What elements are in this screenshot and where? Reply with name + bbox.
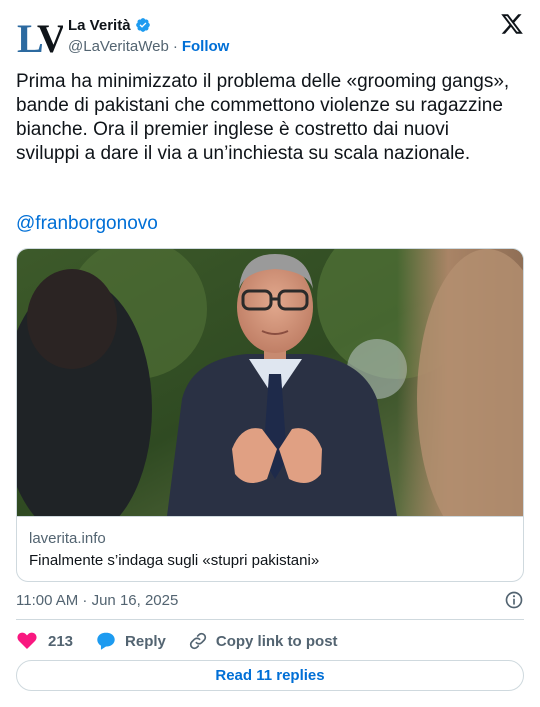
- la-verita-logo: L V: [17, 18, 63, 58]
- read-replies-label: Read 11 replies: [215, 667, 325, 684]
- copy-link-label: Copy link to post: [215, 632, 338, 650]
- action-bar: 213 Reply Copy link to post: [16, 627, 360, 655]
- timestamp-row: 11:00 AM · Jun 16, 2025: [16, 589, 524, 611]
- handle-row: @LaVeritaWeb · Follow: [68, 36, 229, 56]
- tweet-header: L V La Verità @LaVeritaWeb · Follow: [16, 12, 524, 62]
- tweet-text: Prima ha minimizzato il problema delle «…: [16, 71, 515, 164]
- mention-link[interactable]: @franborgonovo: [16, 212, 158, 236]
- author-handle[interactable]: @LaVeritaWeb: [68, 38, 169, 55]
- link-domain: laverita.info: [29, 530, 106, 547]
- link-preview-meta: laverita.info Finalmente s’indaga sugli …: [17, 516, 523, 581]
- heart-icon: [17, 632, 37, 649]
- reply-bubble-icon: [97, 632, 115, 650]
- svg-text:V: V: [37, 18, 63, 58]
- link-icon: [189, 632, 207, 650]
- follow-button[interactable]: Follow: [182, 38, 230, 55]
- link-title[interactable]: Finalmente s’indaga sugli «stupri pakist…: [29, 551, 513, 571]
- author-info: La Verità @LaVeritaWeb · Follow: [68, 15, 229, 56]
- info-icon[interactable]: [504, 590, 524, 610]
- reply-label: Reply: [125, 632, 166, 650]
- separator-dot: ·: [172, 37, 178, 55]
- x-logo-icon[interactable]: [500, 12, 524, 36]
- like-count: 213: [48, 632, 74, 650]
- read-replies-button[interactable]: Read 11 replies: [16, 660, 524, 691]
- author-display-name[interactable]: La Verità: [68, 17, 131, 34]
- name-row: La Verità: [68, 15, 229, 35]
- link-preview-image[interactable]: [17, 249, 523, 516]
- like-button[interactable]: 213: [16, 630, 73, 652]
- reply-button[interactable]: Reply: [95, 630, 166, 652]
- divider: [16, 619, 524, 620]
- tweet-embed-card: L V La Verità @LaVeritaWeb · Follow Prim…: [0, 0, 540, 707]
- copy-link-button[interactable]: Copy link to post: [188, 631, 338, 651]
- preview-photo: [17, 249, 523, 516]
- avatar[interactable]: L V: [16, 14, 64, 62]
- tweet-timestamp[interactable]: 11:00 AM · Jun 16, 2025: [16, 592, 178, 609]
- link-preview-card[interactable]: laverita.info Finalmente s’indaga sugli …: [16, 248, 524, 582]
- verified-badge-icon: [135, 18, 150, 32]
